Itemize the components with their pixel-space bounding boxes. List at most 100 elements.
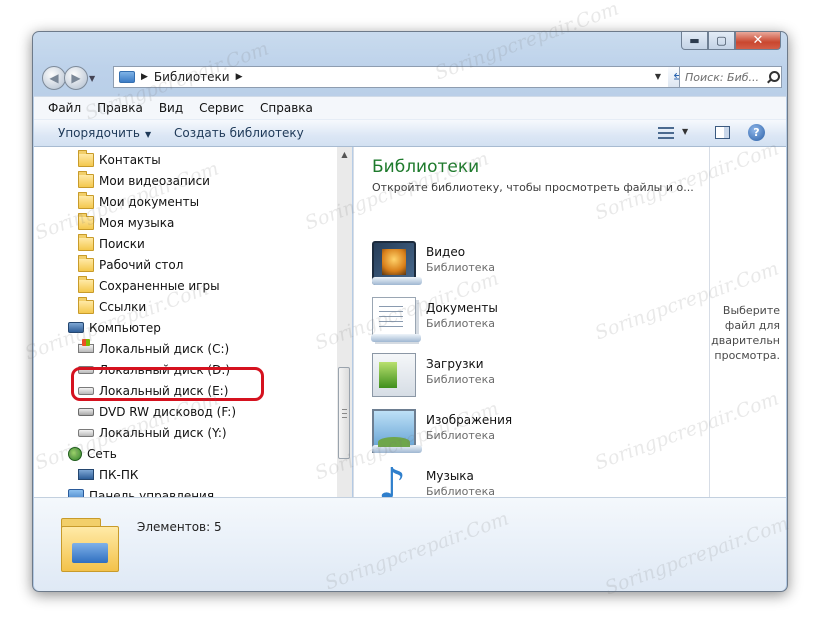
breadcrumb-separator-icon[interactable]: ▶ [141, 72, 148, 82]
shelf-icon [372, 277, 422, 285]
chevron-down-icon: ▼ [144, 130, 152, 139]
library-item-downloads[interactable]: Загрузки Библиотека [372, 353, 692, 401]
tree-item-label: DVD RW дисковод (F:) [99, 404, 237, 419]
menu-bar: Файл Правка Вид Сервис Справка [34, 96, 786, 119]
preview-line: файл для [724, 319, 780, 332]
dvd-drive-icon [78, 407, 94, 416]
menu-edit[interactable]: Правка [97, 101, 143, 115]
control-panel-icon [68, 488, 84, 497]
folder-icon [78, 254, 94, 272]
libraries-folder-icon [119, 71, 135, 83]
address-history-chevron-icon[interactable]: ▼ [655, 72, 661, 81]
documents-library-icon [371, 297, 421, 342]
libraries-large-icon [61, 518, 119, 572]
nav-pane-scrollbar[interactable]: ▲ [337, 147, 352, 497]
help-icon[interactable]: ? [748, 124, 765, 141]
address-bar[interactable]: ▶ Библиотеки ▶ ▼ [113, 66, 670, 88]
folder-icon [78, 275, 94, 293]
library-name: Документы [426, 301, 498, 315]
pc-icon [78, 469, 94, 480]
view-options-chevron-icon[interactable]: ▼ [682, 127, 688, 136]
tree-item-label: Панель управления [89, 488, 215, 498]
tree-item-label: Контакты [99, 152, 161, 167]
search-box[interactable] [679, 66, 782, 88]
tree-item-label: Ссылки [99, 299, 147, 314]
tree-item-label: Поиски [99, 236, 145, 251]
libraries-heading: Библиотеки [372, 157, 480, 177]
menu-tools[interactable]: Сервис [199, 101, 244, 115]
breadcrumb-libraries[interactable]: Библиотеки [154, 70, 230, 84]
tree-item-my-documents[interactable]: Мои документы [78, 191, 199, 212]
tree-item-links[interactable]: Ссылки [78, 296, 146, 317]
tree-item-my-music[interactable]: Моя музыка [78, 212, 174, 233]
tree-item-local-disk-c[interactable]: Локальный диск (C:) [78, 338, 229, 359]
tree-item-computer[interactable]: Компьютер [68, 317, 161, 338]
navigation-pane: Контакты Мои видеозаписи Мои документы М… [34, 147, 352, 497]
scrollbar-thumb[interactable] [338, 367, 350, 459]
navigation-bar: ◀ ▶ ▼ ▶ Библиотеки ▶ ▼ ⇆ [42, 66, 782, 90]
back-button[interactable]: ◀ [42, 66, 66, 90]
tree-item-pc-pc[interactable]: ПК-ПК [78, 464, 138, 485]
item-count: Элементов: 5 [137, 520, 222, 534]
new-library-button[interactable]: Создать библиотеку [174, 126, 304, 140]
content-pane: Библиотеки Откройте библиотеку, чтобы пр… [353, 147, 709, 511]
preview-message: Выберите файл для дварительн просмотра. [710, 303, 780, 363]
caption-buttons: ▬ ▢ ✕ [681, 32, 781, 52]
tree-item-network[interactable]: Сеть [68, 443, 117, 464]
downloads-library-icon [372, 353, 416, 397]
library-kind: Библиотека [426, 373, 495, 386]
maximize-button[interactable]: ▢ [708, 32, 735, 50]
tree-item-contacts[interactable]: Контакты [78, 149, 161, 170]
network-icon [68, 446, 82, 461]
library-kind: Библиотека [426, 317, 495, 330]
tree-item-control-panel[interactable]: Панель управления [68, 485, 214, 497]
tree-item-local-disk-y[interactable]: Локальный диск (Y:) [78, 422, 227, 443]
minimize-button[interactable]: ▬ [681, 32, 708, 50]
system-drive-icon [78, 339, 94, 353]
tree-item-label: Мои видеозаписи [99, 173, 210, 188]
library-item-documents[interactable]: Документы Библиотека [371, 297, 692, 345]
tree-item-label: Моя музыка [99, 215, 175, 230]
tree-item-label: Мои документы [99, 194, 200, 209]
libraries-subtitle: Откройте библиотеку, чтобы просмотреть ф… [372, 181, 694, 194]
explorer-window: ▬ ▢ ✕ ◀ ▶ ▼ ▶ Библиотеки ▶ ▼ ⇆ Файл Прав… [32, 31, 788, 592]
menu-help[interactable]: Справка [260, 101, 313, 115]
tree-item-desktop[interactable]: Рабочий стол [78, 254, 183, 275]
library-name: Изображения [426, 413, 513, 427]
scroll-up-arrow-icon[interactable]: ▲ [337, 147, 352, 162]
recent-pages-chevron-icon[interactable]: ▼ [89, 74, 95, 83]
tree-item-dvd-f[interactable]: DVD RW дисковод (F:) [78, 401, 236, 422]
tree-item-label: Компьютер [89, 320, 161, 335]
folder-icon [78, 296, 94, 314]
library-kind: Библиотека [426, 261, 495, 274]
command-bar: Упорядочить ▼ Создать библиотеку ▼ ? [34, 119, 786, 147]
library-item-pictures[interactable]: Изображения Библиотека [372, 409, 692, 457]
close-button[interactable]: ✕ [735, 32, 781, 50]
search-input[interactable] [680, 69, 765, 85]
library-item-video[interactable]: Видео Библиотека [372, 241, 692, 289]
details-pane: Элементов: 5 [34, 497, 786, 591]
library-kind: Библиотека [426, 429, 495, 442]
forward-button[interactable]: ▶ [64, 66, 88, 90]
folder-icon [78, 212, 94, 230]
forward-arrow-icon: ▶ [71, 71, 81, 85]
tree-item-label: Сохраненные игры [99, 278, 220, 293]
menu-view[interactable]: Вид [159, 101, 183, 115]
grip-icon [342, 409, 347, 418]
preview-pane-toggle-icon[interactable] [715, 126, 730, 139]
change-view-icon[interactable] [658, 127, 674, 140]
folder-icon [78, 170, 94, 188]
tree-item-my-videos[interactable]: Мои видеозаписи [78, 170, 210, 191]
pictures-library-icon [372, 409, 422, 453]
tree-item-label: Сеть [87, 446, 117, 461]
preview-line: дварительн [711, 334, 780, 347]
tree-item-saved-games[interactable]: Сохраненные игры [78, 275, 220, 296]
search-icon[interactable] [767, 71, 780, 83]
organize-button[interactable]: Упорядочить ▼ [58, 126, 151, 140]
tree-item-label: ПК-ПК [99, 467, 139, 482]
library-name: Загрузки [426, 357, 484, 371]
breadcrumb-separator-icon[interactable]: ▶ [236, 72, 243, 82]
preview-line: просмотра. [714, 349, 780, 362]
menu-file[interactable]: Файл [48, 101, 81, 115]
tree-item-searches[interactable]: Поиски [78, 233, 145, 254]
